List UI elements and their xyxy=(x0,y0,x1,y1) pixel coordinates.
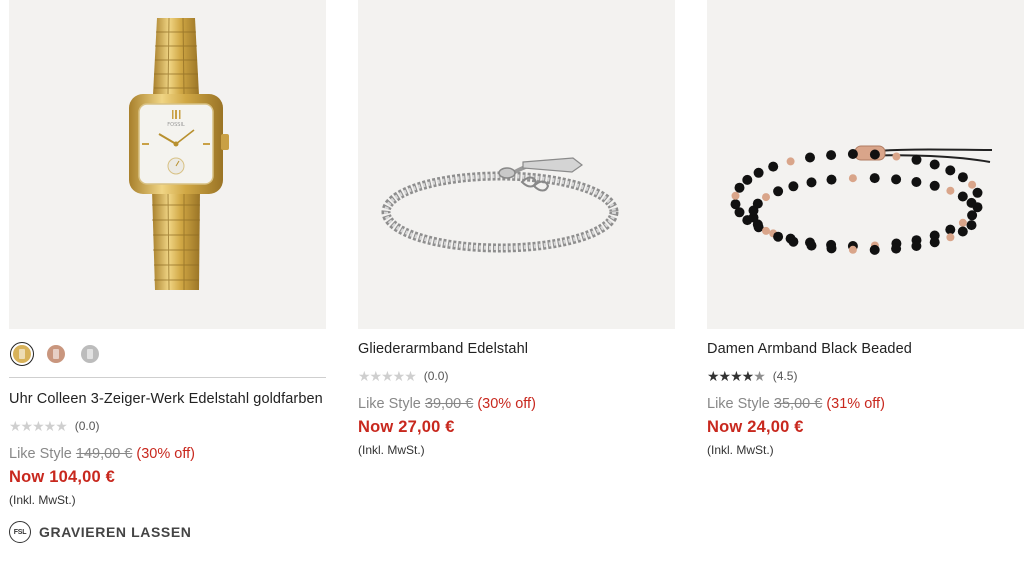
beaded-bracelet-illustration xyxy=(730,145,993,255)
discount-badge: (30% off) xyxy=(136,446,195,462)
product-title[interactable]: Damen Armband Black Beaded xyxy=(707,340,1024,359)
chain-bracelet-illustration xyxy=(381,157,619,253)
old-price: 149,00 € xyxy=(75,446,133,462)
product-image-beaded-bracelet[interactable] xyxy=(707,0,1024,329)
rating-count: (0.0) xyxy=(423,369,449,383)
product-image-chain-bracelet[interactable] xyxy=(358,0,675,329)
engrave-label: GRAVIEREN LASSEN xyxy=(39,524,192,540)
color-swatches xyxy=(9,341,326,367)
rating-stars: ★★★★★ xyxy=(9,418,68,434)
compare-label: Like Style xyxy=(707,396,770,412)
gold-watch-illustration: FOSSIL xyxy=(129,17,229,291)
discount-badge: (31% off) xyxy=(826,396,885,412)
product-card[interactable]: FOSSIL Uhr Colleen 3-Zeiger-Werk Edelsta… xyxy=(9,0,326,543)
svg-text:FOSSIL: FOSSIL xyxy=(167,122,185,128)
divider xyxy=(9,377,326,378)
now-price: 27,00 € xyxy=(398,418,455,436)
product-card[interactable]: Gliederarmband Edelstahl ★★★★★ (0.0) Lik… xyxy=(358,0,675,457)
tax-note: (Inkl. MwSt.) xyxy=(707,443,774,457)
product-image-watch[interactable]: FOSSIL xyxy=(9,0,326,329)
discount-badge: (30% off) xyxy=(477,396,536,412)
compare-price: Like Style 39,00 € (30% off) xyxy=(358,396,675,412)
now-label: Now xyxy=(9,468,45,486)
rating-count: (0.0) xyxy=(74,419,100,433)
tax-note: (Inkl. MwSt.) xyxy=(358,443,425,457)
product-card[interactable]: Damen Armband Black Beaded ★★★★★ (4.5) L… xyxy=(707,0,1024,457)
sale-price: Now 24,00 € xyxy=(707,418,1024,437)
product-rating: ★★★★★ (0.0) xyxy=(9,418,326,434)
now-label: Now xyxy=(707,418,743,436)
sale-price: Now 27,00 € xyxy=(358,418,675,437)
swatch-silver[interactable] xyxy=(78,342,102,366)
now-price: 24,00 € xyxy=(747,418,804,436)
compare-label: Like Style xyxy=(358,396,421,412)
old-price: 39,00 € xyxy=(424,396,474,412)
tax-note: (Inkl. MwSt.) xyxy=(9,493,76,507)
rating-stars: ★★★★★ xyxy=(358,368,417,384)
engrave-button[interactable]: FSL GRAVIEREN LASSEN xyxy=(9,521,326,543)
rating-count: (4.5) xyxy=(772,369,798,383)
product-title[interactable]: Gliederarmband Edelstahl xyxy=(358,340,675,359)
now-price: 104,00 € xyxy=(49,468,116,486)
now-label: Now xyxy=(358,418,394,436)
compare-price: Like Style 149,00 € (30% off) xyxy=(9,446,326,462)
swatch-rose[interactable] xyxy=(44,342,68,366)
sale-price: Now 104,00 € xyxy=(9,468,326,487)
product-rating: ★★★★★ (0.0) xyxy=(358,368,675,384)
compare-label: Like Style xyxy=(9,446,72,462)
swatch-gold[interactable] xyxy=(10,342,34,366)
old-price: 35,00 € xyxy=(773,396,823,412)
product-title[interactable]: Uhr Colleen 3-Zeiger-Werk Edelstahl gold… xyxy=(9,390,326,409)
rating-stars: ★★★★★ xyxy=(707,368,766,384)
product-rating: ★★★★★ (4.5) xyxy=(707,368,1024,384)
engrave-icon: FSL xyxy=(9,521,31,543)
compare-price: Like Style 35,00 € (31% off) xyxy=(707,396,1024,412)
